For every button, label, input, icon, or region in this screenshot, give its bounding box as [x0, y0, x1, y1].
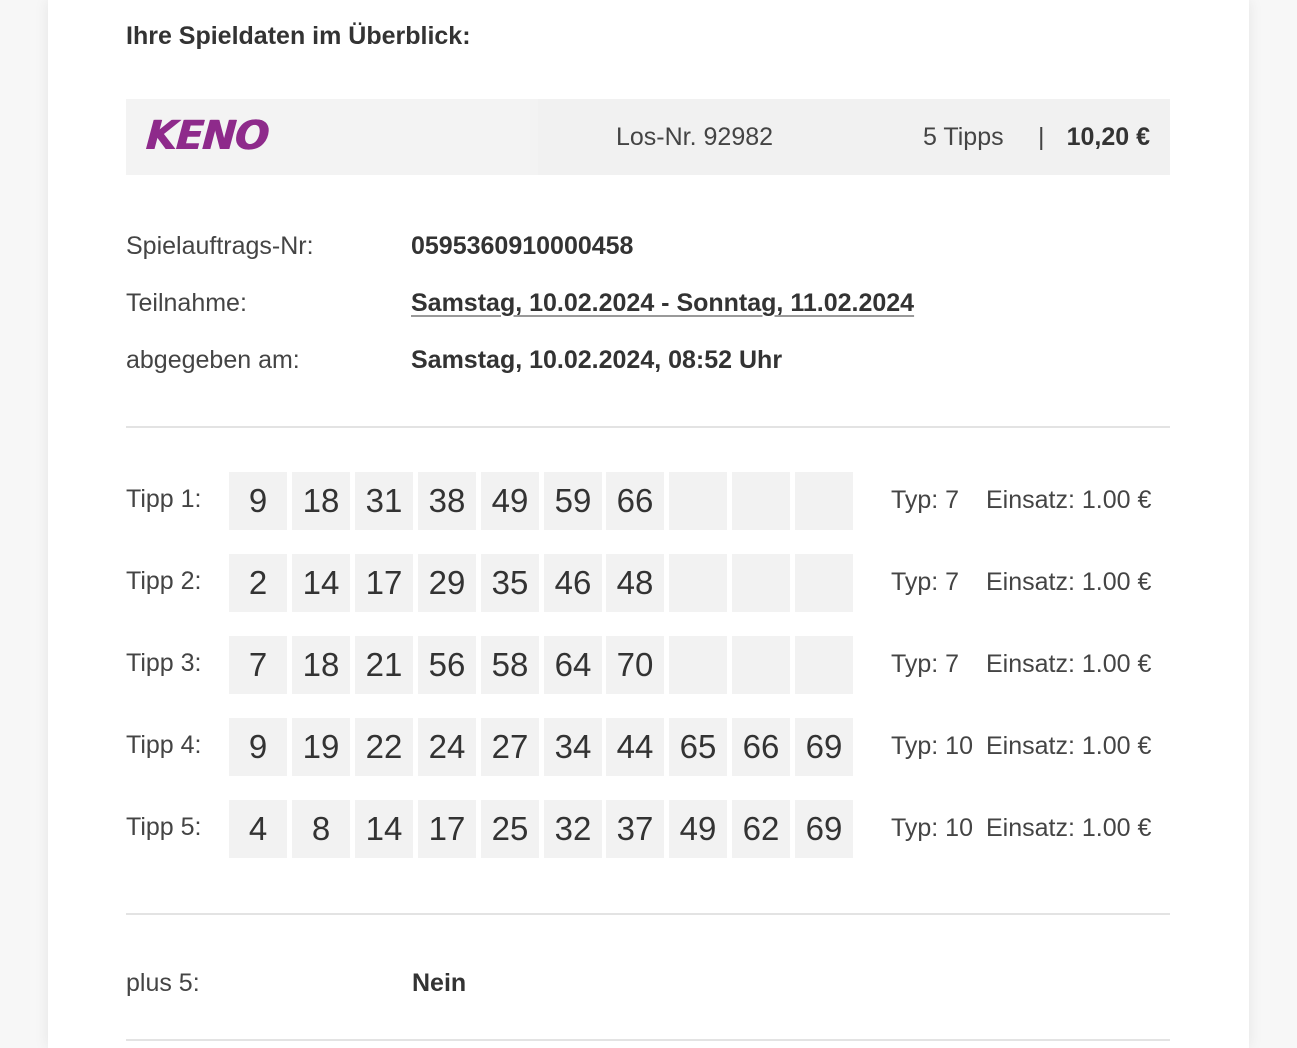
- number-cell: 37: [606, 800, 664, 858]
- plus5-value: Nein: [412, 969, 467, 997]
- tipp-einsatz: Einsatz: 1.00 €: [986, 814, 1152, 842]
- number-cell: 18: [292, 472, 350, 530]
- number-cell: 59: [544, 472, 602, 530]
- tipp-einsatz: Einsatz: 1.00 €: [986, 568, 1152, 596]
- number-cell: 19: [292, 718, 350, 776]
- number-cell: 17: [418, 800, 476, 858]
- tipp-label: Tipp 4:: [126, 731, 202, 759]
- tipp-label: Tipp 2:: [126, 567, 202, 595]
- number-cell: 27: [481, 718, 539, 776]
- number-cell: [732, 554, 790, 612]
- keno-logo: KENO: [144, 113, 270, 159]
- tipps-count: 5 Tipps: [923, 123, 1004, 151]
- number-cell: 70: [606, 636, 664, 694]
- tipp-row: Tipp 3: 7 18 21 56 58 64 70 Typ: 7 Einsatz: 1.00 …: [126, 636, 1170, 694]
- banner-separator: |: [1038, 123, 1045, 151]
- plus5-label: plus 5:: [126, 969, 200, 997]
- number-cell: 38: [418, 472, 476, 530]
- number-cell: [669, 636, 727, 694]
- tipp-typ: Typ: 7: [891, 650, 960, 678]
- number-cell: 17: [355, 554, 413, 612]
- divider: [126, 1039, 1170, 1041]
- abgegeben-value: Samstag, 10.02.2024, 08:52 Uhr: [411, 346, 783, 374]
- number-cell: [669, 554, 727, 612]
- number-cell: 7: [229, 636, 287, 694]
- number-cell: 65: [669, 718, 727, 776]
- number-cell: [795, 472, 853, 530]
- tipp-row: Tipp 5: 4 8 14 17 25 32 37 49 62 69 Typ: 10 Einsatz:…: [126, 800, 1170, 858]
- number-cell: 31: [355, 472, 413, 530]
- tipp-row: Tipp 4: 9 19 22 24 27 34 44 65 66 69 Typ: 10 Einsatz…: [126, 718, 1170, 776]
- tipp-label: Tipp 1:: [126, 485, 202, 513]
- game-banner: KENO Los-Nr. 92982 5 Tipps | 10,20 €: [126, 99, 1170, 175]
- tipp-typ: Typ: 7: [891, 568, 960, 596]
- number-cell: 21: [355, 636, 413, 694]
- number-cell: 18: [292, 636, 350, 694]
- number-cell: [669, 472, 727, 530]
- auftrag-value: 0595360910000458: [411, 232, 634, 260]
- total-price: 10,20 €: [1066, 123, 1150, 151]
- number-cell: 8: [292, 800, 350, 858]
- number-cell: 9: [229, 718, 287, 776]
- number-cell: [795, 554, 853, 612]
- tipp-einsatz: Einsatz: 1.00 €: [986, 650, 1152, 678]
- number-cell: 62: [732, 800, 790, 858]
- number-cell: 4: [229, 800, 287, 858]
- abgegeben-label: abgegeben am:: [126, 346, 300, 374]
- number-cell: 25: [481, 800, 539, 858]
- number-cell: 35: [481, 554, 539, 612]
- teilnahme-link[interactable]: Samstag, 10.02.2024 - Sonntag, 11.02.202…: [411, 289, 914, 318]
- tipp-typ: Typ: 7: [891, 486, 960, 514]
- tipp-einsatz: Einsatz: 1.00 €: [986, 486, 1152, 514]
- tipp-typ: Typ: 10: [891, 814, 973, 842]
- number-cell: 44: [606, 718, 664, 776]
- number-cell: 32: [544, 800, 602, 858]
- number-cell: 69: [795, 718, 853, 776]
- tipp-row: Tipp 2: 2 14 17 29 35 46 48 Typ: 7 Einsatz: 1.00 …: [126, 554, 1170, 612]
- number-cell: 64: [544, 636, 602, 694]
- tipp-label: Tipp 3:: [126, 649, 202, 677]
- number-cell: 14: [355, 800, 413, 858]
- number-cell: 69: [795, 800, 853, 858]
- divider: [126, 913, 1170, 915]
- number-cell: 49: [669, 800, 727, 858]
- divider: [126, 426, 1170, 428]
- number-cell: 14: [292, 554, 350, 612]
- number-cell: [732, 636, 790, 694]
- number-cell: 9: [229, 472, 287, 530]
- page-title: Ihre Spieldaten im Überblick:: [126, 22, 471, 50]
- number-cell: [795, 636, 853, 694]
- number-cell: [732, 472, 790, 530]
- number-cell: 29: [418, 554, 476, 612]
- teilnahme-label: Teilnahme:: [126, 289, 247, 317]
- los-number: Los-Nr. 92982: [616, 123, 774, 151]
- auftrag-label: Spielauftrags-Nr:: [126, 232, 314, 260]
- tipp-einsatz: Einsatz: 1.00 €: [986, 732, 1152, 760]
- number-cell: 34: [544, 718, 602, 776]
- number-cell: 46: [544, 554, 602, 612]
- number-cell: 56: [418, 636, 476, 694]
- number-cell: 2: [229, 554, 287, 612]
- number-cell: 66: [606, 472, 664, 530]
- tipp-label: Tipp 5:: [126, 813, 202, 841]
- tipp-typ: Typ: 10: [891, 732, 973, 760]
- number-cell: 22: [355, 718, 413, 776]
- number-cell: 66: [732, 718, 790, 776]
- tipp-row: Tipp 1: 9 18 31 38 49 59 66 Typ: 7 Einsatz: 1.00 …: [126, 472, 1170, 530]
- number-cell: 58: [481, 636, 539, 694]
- number-cell: 49: [481, 472, 539, 530]
- number-cell: 24: [418, 718, 476, 776]
- number-cell: 48: [606, 554, 664, 612]
